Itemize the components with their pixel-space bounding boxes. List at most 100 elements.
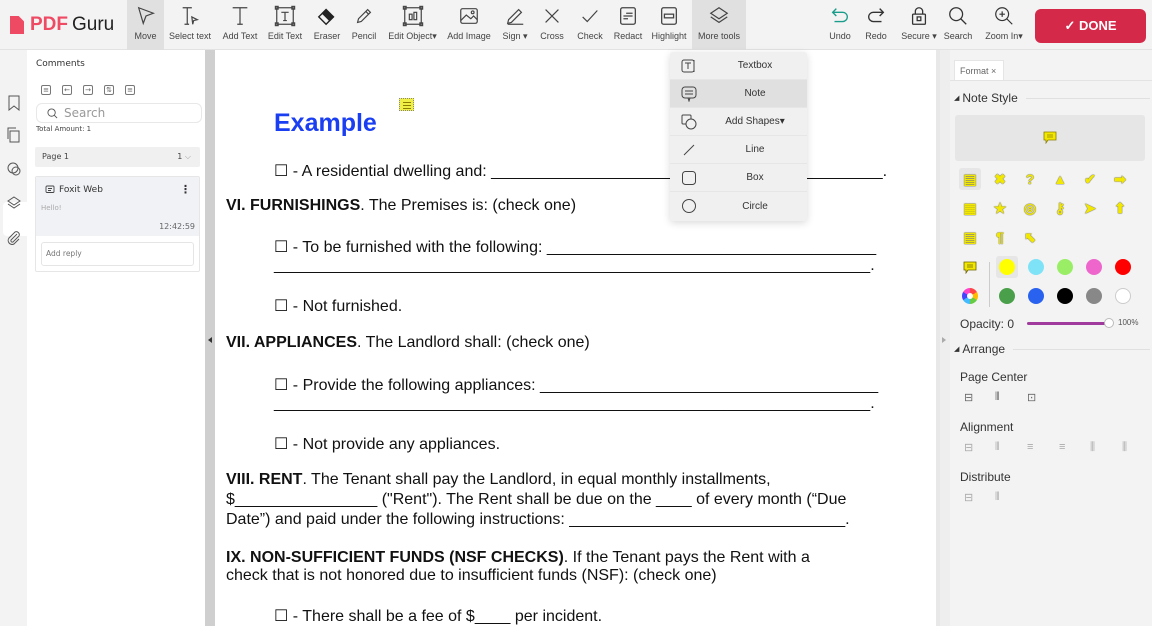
align-middle-icon[interactable]: ⫼	[1090, 441, 1095, 454]
bookmark-icon[interactable]	[6, 95, 22, 111]
menu-item-textbox[interactable]: Textbox	[670, 52, 807, 80]
right-panel-splitter[interactable]	[940, 50, 950, 626]
opacity-slider[interactable]	[1027, 322, 1109, 325]
tool-cross[interactable]: Cross	[538, 0, 566, 50]
color-swatch[interactable]	[1057, 288, 1073, 304]
attachment-icon[interactable]	[6, 230, 22, 246]
total-amount: Total Amount: 1	[36, 125, 92, 133]
color-swatch[interactable]	[1057, 259, 1073, 275]
tool-secure[interactable]: Secure ▾	[898, 0, 940, 50]
opacity-min: 0	[1007, 317, 1015, 331]
menu-item-add-shapes[interactable]: Add Shapes▾	[670, 108, 807, 136]
tab-format[interactable]: Format ×	[954, 60, 1004, 81]
color-swatch[interactable]	[999, 259, 1015, 275]
menu-item-line[interactable]: Line	[670, 136, 807, 164]
menu-item-circle[interactable]: Circle	[670, 192, 807, 220]
layers-icon[interactable]	[6, 195, 22, 211]
pages-icon[interactable]	[6, 127, 22, 143]
section-rule	[1013, 348, 1150, 350]
color-swatch[interactable]	[1086, 259, 1102, 275]
tool-undo[interactable]: Undo	[826, 0, 854, 50]
expand-icon[interactable]: →	[83, 85, 93, 95]
tool-select-text[interactable]: Select text	[166, 0, 214, 50]
sort-icon[interactable]: ⇅	[104, 85, 114, 95]
note-style-comment-icon[interactable]: ▤	[959, 168, 981, 190]
center-horizontal-icon[interactable]: ⊟	[964, 391, 973, 404]
note-style-check-icon[interactable]: ✔	[1079, 168, 1101, 190]
tool-search[interactable]: Search	[943, 0, 973, 50]
note-annotation-icon[interactable]	[399, 98, 414, 111]
note-style-note-icon[interactable]: ▤	[959, 226, 981, 248]
tool-pencil[interactable]: Pencil	[350, 0, 378, 50]
center-both-icon[interactable]: ⊡	[1027, 391, 1036, 404]
tool-highlight[interactable]: Highlight	[649, 0, 689, 50]
done-button[interactable]: ✓ DONE	[1035, 9, 1146, 43]
note-style-help-icon[interactable]: ?	[1019, 168, 1041, 190]
color-swatch[interactable]	[1115, 288, 1131, 304]
menu-item-box[interactable]: Box	[670, 164, 807, 192]
comments-search-input[interactable]: Search	[36, 103, 202, 123]
filter-list-icon[interactable]: ≡	[41, 85, 51, 95]
note-style-circle-icon[interactable]: ◎	[1019, 197, 1041, 219]
note-style-section[interactable]: ◢ Note Style	[954, 91, 1150, 105]
tool-edit-object[interactable]: Edit Object▾	[385, 0, 440, 50]
tool-redact[interactable]: Redact	[612, 0, 644, 50]
note-style-paperclip-stack-icon[interactable]: ▦	[959, 197, 981, 219]
page-group-header[interactable]: Page 1 1 ⌵	[35, 147, 200, 167]
color-swatch[interactable]	[1115, 259, 1131, 275]
note-style-up-arrow-icon[interactable]: ⬆	[1109, 197, 1131, 219]
page-group-label: Page 1	[42, 152, 69, 161]
tool-zoom-in[interactable]: Zoom In▾	[982, 0, 1026, 50]
arrange-section[interactable]: ◢ Arrange	[954, 342, 1150, 356]
align-center-icon[interactable]: ⫴	[995, 441, 1000, 454]
note-style-triangle-icon[interactable]: ▲	[1049, 168, 1071, 190]
tool-sign[interactable]: Sign ▾	[499, 0, 531, 50]
color-swatch[interactable]	[999, 288, 1015, 304]
collapse-icon[interactable]: ←	[62, 85, 72, 95]
note-style-up-left-arrow-icon[interactable]: ⬉	[1019, 226, 1041, 248]
menu-item-note[interactable]: Note	[670, 80, 807, 108]
collapse-left-arrow-icon[interactable]	[208, 337, 212, 343]
note-icon	[45, 185, 55, 193]
color-swatch[interactable]	[1028, 288, 1044, 304]
note-style-right-arrow-icon[interactable]: ➡	[1109, 168, 1131, 190]
color-swatch[interactable]	[1086, 288, 1102, 304]
opacity-slider-handle[interactable]	[1104, 318, 1114, 328]
pdf-page[interactable]: Example ☐ - A residential dwelling and: …	[215, 50, 940, 626]
color-wheel-icon[interactable]	[959, 285, 981, 307]
align-right-icon[interactable]: ≡	[1027, 441, 1033, 453]
tool-add-text[interactable]: Add Text	[219, 0, 261, 50]
color-swatch[interactable]	[1028, 259, 1044, 275]
left-panel-splitter[interactable]	[205, 50, 215, 626]
tool-label: Sign ▾	[502, 31, 528, 41]
comment-card[interactable]: Foxit Web ⋮ Hello! 12:42:59 Add reply	[35, 176, 200, 272]
tool-more-tools[interactable]: More tools	[692, 0, 746, 50]
distribute-horizontal-icon[interactable]: ⫴	[995, 491, 1000, 504]
center-vertical-icon[interactable]: ⫴	[995, 391, 1000, 404]
note-style-key-icon[interactable]: ⚷	[1049, 197, 1071, 219]
tool-label: Cross	[540, 31, 564, 41]
align-bottom-icon[interactable]: ⫼	[1122, 441, 1127, 454]
tool-redo[interactable]: Redo	[862, 0, 890, 50]
align-left-icon[interactable]: ⊟	[964, 441, 973, 454]
author-name: Foxit Web	[59, 185, 103, 195]
distribute-vertical-icon[interactable]: ⊟	[964, 491, 973, 504]
expand-right-arrow-icon[interactable]	[942, 337, 946, 343]
tool-move[interactable]: Move	[127, 0, 164, 50]
add-reply-input[interactable]: Add reply	[41, 242, 194, 266]
note-style-cross-icon[interactable]: ✖	[989, 168, 1011, 190]
tool-add-image[interactable]: Add Image	[445, 0, 493, 50]
note-style-paragraph-icon[interactable]: ¶	[989, 226, 1011, 248]
tool-edit-text[interactable]: Edit Text	[265, 0, 305, 50]
tool-check[interactable]: Check	[576, 0, 604, 50]
comments-title: Comments	[36, 59, 85, 69]
more-options-icon[interactable]: ⋮	[180, 183, 191, 196]
comments-icon[interactable]	[6, 161, 22, 177]
align-top-icon[interactable]: ≡	[1059, 441, 1065, 453]
tool-eraser[interactable]: Eraser	[311, 0, 343, 50]
note-style-star-icon[interactable]: ★	[989, 197, 1011, 219]
note-style-right-pointer-icon[interactable]: ➤	[1079, 197, 1101, 219]
comment-list-icon[interactable]: ≡	[125, 85, 135, 95]
tool-label: Zoom In▾	[985, 31, 1023, 41]
tool-label: Move	[134, 31, 157, 41]
